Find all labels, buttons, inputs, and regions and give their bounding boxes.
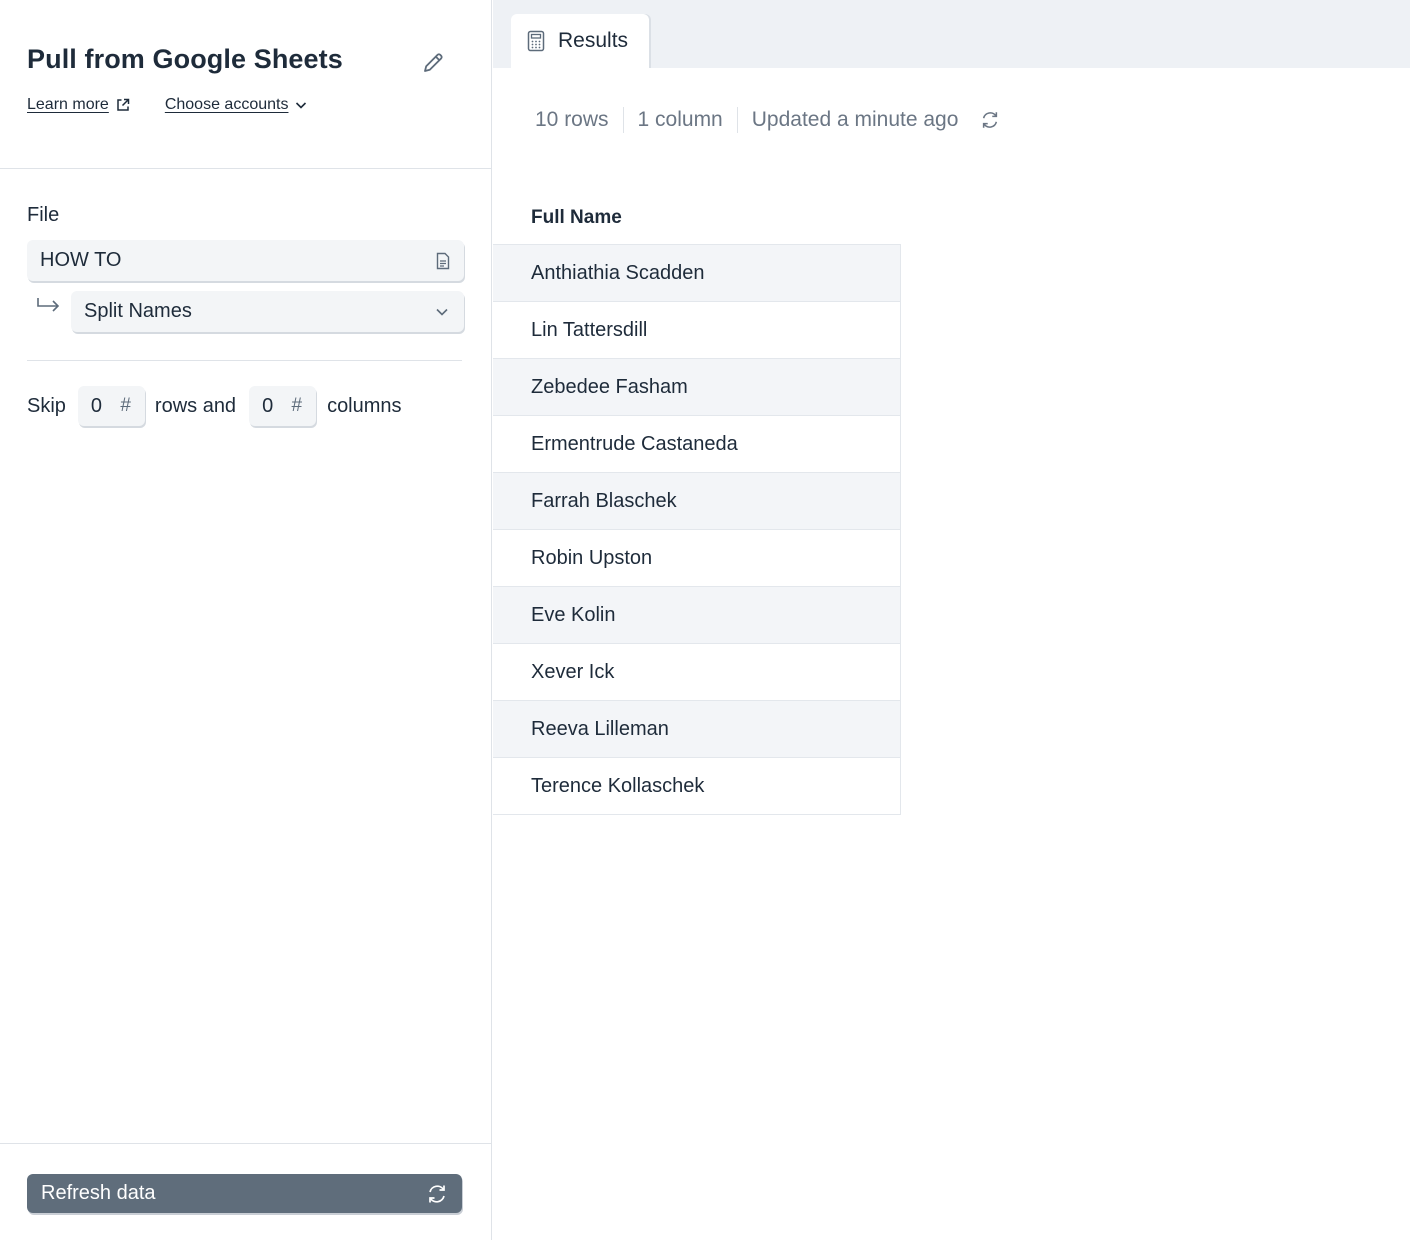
skip-columns-value: 0: [262, 394, 274, 417]
table-row[interactable]: Lin Tattersdill: [493, 302, 901, 359]
refresh-icon: [429, 1185, 445, 1203]
table-row[interactable]: Ermentrude Castaneda: [493, 416, 901, 473]
file-label: File: [27, 204, 60, 226]
tab-results-label: Results: [558, 29, 629, 52]
table-row[interactable]: Terence Kollaschek: [493, 758, 901, 815]
results-table: Anthiathia Scadden Lin Tattersdill Zebed…: [493, 244, 901, 815]
columns-label: columns: [327, 394, 402, 417]
learn-more-label: Learn more: [27, 96, 109, 113]
table-row[interactable]: Xever Ick: [493, 644, 901, 701]
table-row[interactable]: Farrah Blaschek: [493, 473, 901, 530]
sheet-value: Split Names: [84, 300, 192, 322]
table-row[interactable]: Reeva Lilleman: [493, 701, 901, 758]
stat-separator: [736, 107, 738, 133]
column-header-full-name[interactable]: Full Name: [531, 207, 622, 229]
column-count: 1 column: [637, 108, 723, 131]
table-row[interactable]: Anthiathia Scadden: [493, 245, 901, 302]
app: Pull from Google Sheets Learn more Choos…: [0, 0, 1410, 1240]
updated-time: Updated a minute ago: [751, 108, 959, 131]
skip-columns-input[interactable]: 0 #: [249, 386, 317, 426]
chevron-down-icon: [296, 102, 307, 109]
refresh-data-label: Refresh data: [41, 1182, 156, 1204]
skip-label: Skip: [27, 394, 66, 417]
results-stats: 10 rows 1 column Updated a minute ago: [535, 107, 1000, 133]
pencil-icon: [424, 53, 443, 72]
skip-rows-value: 0: [90, 394, 103, 417]
skip-rows-input[interactable]: 0 #: [77, 386, 145, 426]
sheet-dropdown[interactable]: Split Names: [71, 291, 464, 332]
corner-arrow-icon: [37, 298, 60, 312]
chevron-down-icon: [436, 308, 448, 316]
edit-title-button[interactable]: [418, 48, 448, 78]
skip-controls: Skip 0 # rows and 0 # columns: [27, 385, 402, 427]
header-links: Learn more Choose accounts: [27, 96, 308, 114]
tab-bar: Results: [493, 0, 1410, 68]
file-picker[interactable]: HOW TO: [27, 240, 464, 281]
config-panel: Pull from Google Sheets Learn more Choos…: [0, 0, 492, 1240]
section-divider: [27, 360, 462, 361]
refresh-icon[interactable]: [980, 110, 1000, 130]
hash-icon: #: [120, 395, 131, 416]
rows-and-label: rows and: [154, 394, 237, 417]
choose-accounts-link[interactable]: Choose accounts: [165, 96, 309, 114]
choose-accounts-label: Choose accounts: [164, 96, 289, 113]
page-title: Pull from Google Sheets: [27, 44, 343, 74]
learn-more-link[interactable]: Learn more: [27, 96, 131, 114]
external-link-icon: [117, 98, 130, 111]
row-count: 10 rows: [535, 108, 609, 131]
panel-header: Pull from Google Sheets Learn more Choos…: [0, 0, 492, 169]
stat-separator: [622, 107, 624, 133]
results-panel: Results 10 rows 1 column Updated a minut…: [493, 0, 1410, 1240]
document-icon: [436, 252, 450, 270]
table-row[interactable]: Eve Kolin: [493, 587, 901, 644]
file-value: HOW TO: [40, 249, 122, 271]
table-row[interactable]: Zebedee Fasham: [493, 359, 901, 416]
tab-results[interactable]: Results: [511, 14, 649, 68]
refresh-data-button[interactable]: Refresh data: [27, 1174, 462, 1213]
calculator-icon: [527, 30, 545, 52]
table-row[interactable]: Robin Upston: [493, 530, 901, 587]
hash-icon: #: [291, 395, 303, 416]
